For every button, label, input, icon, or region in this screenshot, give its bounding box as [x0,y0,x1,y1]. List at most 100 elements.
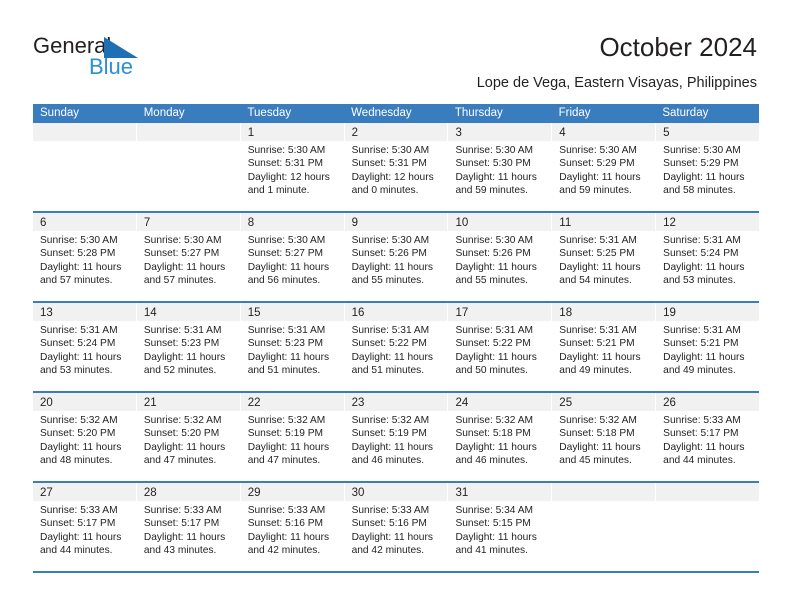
day-number-band: 20 [33,393,136,411]
calendar-day-cell[interactable]: 23 Sunrise: 5:32 AM Sunset: 5:19 PM Dayligh… [344,393,449,481]
calendar-day-cell[interactable]: 1 Sunrise: 5:30 AM Sunset: 5:31 PM Daylight… [240,123,345,211]
sunrise-text: Sunrise: 5:33 AM [247,505,326,516]
daylight-text: Daylight: 11 hours and 44 minutes. [40,531,122,557]
calendar-day-cell[interactable]: 26 Sunrise: 5:33 AM Sunset: 5:17 PM Dayligh… [656,393,760,481]
calendar-day-cell[interactable]: 19 Sunrise: 5:31 AM Sunset: 5:21 PM Dayligh… [656,303,760,391]
daylight-text: Daylight: 11 hours and 42 minutes. [351,531,433,557]
day-details: Sunrise: 5:33 AM Sunset: 5:17 PM Daylight:… [656,411,759,468]
day-details: Sunrise: 5:30 AM Sunset: 5:31 PM Daylight:… [241,141,344,198]
sunset-text: Sunset: 5:19 PM [247,428,324,440]
sunrise-text: Sunrise: 5:32 AM [143,415,222,426]
sunset-text: Sunset: 5:21 PM [559,338,635,350]
calendar-day-cell-empty [552,483,657,571]
day-number: 2 [351,127,358,139]
day-number-band: 30 [344,483,448,501]
day-number: 18 [559,307,573,319]
sunrise-text: Sunrise: 5:30 AM [351,145,430,156]
sunrise-text: Sunrise: 5:30 AM [455,145,534,156]
calendar-day-cell[interactable]: 14 Sunrise: 5:31 AM Sunset: 5:23 PM Dayligh… [136,303,241,391]
day-number-band [33,123,136,141]
day-number: 8 [247,217,255,229]
daylight-text: Daylight: 12 hours and 0 minutes. [351,171,434,197]
sunset-text: Sunset: 5:31 PM [247,158,324,170]
day-details: Sunrise: 5:31 AM Sunset: 5:22 PM Daylight:… [448,321,551,378]
weekday-header-sunday: Sunday [40,107,80,119]
day-details: Sunrise: 5:33 AM Sunset: 5:16 PM Daylight:… [345,501,448,558]
sunset-text: Sunset: 5:16 PM [351,518,427,530]
calendar-day-cell[interactable]: 15 Sunrise: 5:31 AM Sunset: 5:23 PM Dayligh… [240,303,345,391]
day-number: 3 [455,127,462,139]
page-title: October 2024 [599,32,757,62]
calendar-day-cell[interactable]: 28 Sunrise: 5:33 AM Sunset: 5:17 PM Dayligh… [136,483,241,571]
calendar-day-cell[interactable]: 17 Sunrise: 5:31 AM Sunset: 5:22 PM Dayligh… [448,303,553,391]
calendar-day-cell[interactable]: 11 Sunrise: 5:31 AM Sunset: 5:25 PM Dayligh… [552,213,657,301]
calendar-day-cell[interactable]: 5 Sunrise: 5:30 AM Sunset: 5:29 PM Daylight… [656,123,760,211]
daylight-text: Daylight: 11 hours and 47 minutes. [143,441,226,467]
sunrise-text: Sunrise: 5:31 AM [40,325,118,336]
calendar-day-cell[interactable]: 18 Sunrise: 5:31 AM Sunset: 5:21 PM Dayligh… [552,303,657,391]
day-details: Sunrise: 5:31 AM Sunset: 5:21 PM Daylight:… [656,321,759,378]
calendar-day-cell[interactable]: 13 Sunrise: 5:31 AM Sunset: 5:24 PM Dayligh… [33,303,137,391]
day-details: Sunrise: 5:32 AM Sunset: 5:18 PM Daylight:… [552,411,655,468]
calendar-day-cell-empty [33,123,137,211]
sunset-text: Sunset: 5:22 PM [455,338,531,350]
sunrise-text: Sunrise: 5:32 AM [40,415,118,426]
calendar-day-cell[interactable]: 22 Sunrise: 5:32 AM Sunset: 5:19 PM Dayligh… [240,393,345,481]
calendar-day-cell[interactable]: 29 Sunrise: 5:33 AM Sunset: 5:16 PM Dayligh… [240,483,345,571]
sunrise-text: Sunrise: 5:33 AM [40,505,118,516]
day-number-band: 8 [240,213,344,231]
sunset-text: Sunset: 5:29 PM [559,158,635,170]
calendar-day-cell[interactable]: 25 Sunrise: 5:32 AM Sunset: 5:18 PM Dayligh… [552,393,657,481]
calendar-day-cell[interactable]: 2 Sunrise: 5:30 AM Sunset: 5:31 PM Daylight… [344,123,449,211]
calendar-day-cell[interactable]: 31 Sunrise: 5:34 AM Sunset: 5:15 PM Dayligh… [448,483,553,571]
sunrise-text: Sunrise: 5:31 AM [455,325,534,336]
calendar-day-cell[interactable]: 10 Sunrise: 5:30 AM Sunset: 5:26 PM Dayligh… [448,213,553,301]
day-number: 14 [143,307,157,319]
calendar-day-cell[interactable]: 9 Sunrise: 5:30 AM Sunset: 5:26 PM Daylight… [344,213,449,301]
sunset-text: Sunset: 5:21 PM [663,338,739,350]
calendar-day-cell[interactable]: 4 Sunrise: 5:30 AM Sunset: 5:29 PM Daylight… [552,123,657,211]
day-number: 13 [40,307,53,319]
calendar-week-row: 1 Sunrise: 5:30 AM Sunset: 5:31 PM Daylight… [33,123,760,213]
day-details: Sunrise: 5:31 AM Sunset: 5:21 PM Daylight:… [552,321,655,378]
day-number: 17 [455,307,469,319]
calendar-day-cell[interactable]: 6 Sunrise: 5:30 AM Sunset: 5:28 PM Daylight… [33,213,137,301]
day-number: 24 [455,397,469,409]
daylight-text: Daylight: 11 hours and 43 minutes. [143,531,226,557]
daylight-text: Daylight: 11 hours and 57 minutes. [143,261,226,287]
day-number-band: 27 [33,483,136,501]
sunset-text: Sunset: 5:29 PM [663,158,739,170]
sunset-text: Sunset: 5:16 PM [247,518,324,530]
day-number: 7 [143,217,151,229]
day-number: 28 [143,487,157,499]
day-details: Sunrise: 5:33 AM Sunset: 5:16 PM Daylight:… [241,501,344,558]
daylight-text: Daylight: 11 hours and 59 minutes. [455,171,537,197]
calendar-day-cell[interactable]: 8 Sunrise: 5:30 AM Sunset: 5:27 PM Daylight… [240,213,345,301]
sunrise-text: Sunrise: 5:33 AM [351,505,430,516]
calendar-day-cell[interactable]: 20 Sunrise: 5:32 AM Sunset: 5:20 PM Dayligh… [33,393,137,481]
page-header: General Blue October 2024 Lope de Vega, … [0,0,792,100]
daylight-text: Daylight: 11 hours and 44 minutes. [663,441,745,467]
day-number: 21 [143,397,157,409]
calendar-day-cell[interactable]: 16 Sunrise: 5:31 AM Sunset: 5:22 PM Dayligh… [344,303,449,391]
day-number: 4 [559,127,566,139]
calendar-day-cell[interactable]: 7 Sunrise: 5:30 AM Sunset: 5:27 PM Daylight… [136,213,241,301]
sunset-text: Sunset: 5:24 PM [663,248,739,260]
sunrise-text: Sunrise: 5:30 AM [247,145,326,156]
day-number: 9 [351,217,358,229]
calendar-day-cell[interactable]: 21 Sunrise: 5:32 AM Sunset: 5:20 PM Dayligh… [136,393,241,481]
sunrise-text: Sunrise: 5:30 AM [40,235,118,246]
calendar-day-cell[interactable]: 3 Sunrise: 5:30 AM Sunset: 5:30 PM Daylight… [448,123,553,211]
day-number-band: 31 [448,483,552,501]
sunrise-text: Sunrise: 5:30 AM [247,235,326,246]
day-details: Sunrise: 5:31 AM Sunset: 5:22 PM Daylight:… [345,321,448,378]
calendar-day-cell[interactable]: 24 Sunrise: 5:32 AM Sunset: 5:18 PM Dayligh… [448,393,553,481]
calendar-day-cell[interactable]: 12 Sunrise: 5:31 AM Sunset: 5:24 PM Dayligh… [656,213,760,301]
day-details: Sunrise: 5:30 AM Sunset: 5:27 PM Daylight:… [241,231,344,288]
calendar-day-cell[interactable]: 27 Sunrise: 5:33 AM Sunset: 5:17 PM Dayligh… [33,483,137,571]
day-number-band: 23 [344,393,448,411]
calendar-day-cell[interactable]: 30 Sunrise: 5:33 AM Sunset: 5:16 PM Dayligh… [344,483,449,571]
sunrise-text: Sunrise: 5:31 AM [663,235,741,246]
day-number-band: 21 [136,393,240,411]
calendar-week-row: 27 Sunrise: 5:33 AM Sunset: 5:17 PM Dayligh… [33,483,760,573]
